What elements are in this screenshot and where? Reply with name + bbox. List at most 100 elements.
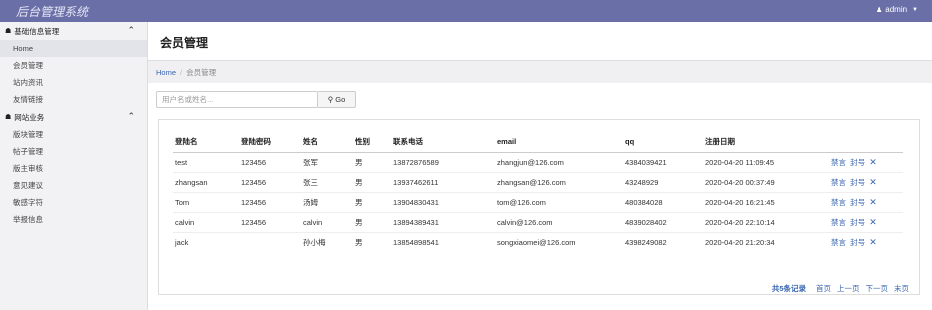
sidebar-item-sensitive-words[interactable]: 敏感字符	[0, 194, 147, 211]
cell-login: Tom	[173, 191, 239, 212]
cell-qq: 4398249082	[623, 231, 703, 252]
cell-actions: 禁言 封号 ✕	[829, 211, 903, 232]
sidebar-item-links[interactable]: 友情链接	[0, 91, 147, 108]
table-row: test 123456 张军 男 13872876589 zhangjun@12…	[173, 151, 903, 172]
cell-name: 汤姆	[301, 191, 353, 212]
cell-phone: 13904830431	[391, 191, 495, 212]
cell-email: zhangsan@126.com	[495, 171, 623, 192]
sidebar-item-boards[interactable]: 版块管理	[0, 126, 147, 143]
cell-gender: 男	[353, 151, 391, 172]
sidebar-item-news[interactable]: 站内资讯	[0, 74, 147, 91]
app-title[interactable]: 后台管理系统	[16, 3, 88, 20]
sidebar-group-basic[interactable]: ☗ 基础信息管理 ⌃	[0, 22, 147, 40]
cell-password: 123456	[239, 191, 301, 212]
column-header	[829, 132, 903, 153]
record-count: 共5条记录	[771, 284, 806, 293]
cell-email: zhangjun@126.com	[495, 151, 623, 172]
cell-date: 2020-04-20 22:10:14	[703, 211, 829, 232]
caret-down-icon: ▼	[912, 6, 918, 13]
cell-phone: 13854898541	[391, 231, 495, 252]
chevron-up-icon[interactable]: ⌃	[127, 111, 135, 122]
home-icon: ☗	[5, 114, 12, 121]
search-button[interactable]: ⚲ Go	[318, 91, 356, 108]
page-title: 会员管理	[160, 36, 209, 50]
member-table: 登陆名 登陆密码 姓名 性别 联系电话 email qq 注册日期 test 1…	[173, 132, 903, 252]
delete-icon[interactable]: ✕	[869, 177, 877, 187]
table-row: zhangsan 123456 张三 男 13937462611 zhangsa…	[173, 171, 903, 192]
breadcrumb-home[interactable]: Home	[156, 68, 176, 77]
member-table-panel: 登陆名 登陆密码 姓名 性别 联系电话 email qq 注册日期 test 1…	[158, 119, 920, 295]
cell-actions: 禁言 封号 ✕	[829, 171, 903, 192]
sidebar-item-members[interactable]: 会员管理	[0, 57, 147, 74]
top-navbar: 后台管理系统 ♟ admin ▼	[0, 0, 932, 22]
cell-date: 2020-04-20 21:20:34	[703, 231, 829, 252]
cell-gender: 男	[353, 211, 391, 232]
column-header: email	[495, 132, 623, 153]
ban-link[interactable]: 封号	[850, 198, 865, 207]
breadcrumb-separator: /	[180, 67, 183, 77]
column-header: 登陆名	[173, 132, 239, 153]
cell-login: zhangsan	[173, 171, 239, 192]
table-row: Tom 123456 汤姆 男 13904830431 tom@126.com …	[173, 191, 903, 212]
mute-link[interactable]: 禁言	[831, 178, 846, 187]
delete-icon[interactable]: ✕	[869, 197, 877, 207]
mute-link[interactable]: 禁言	[831, 218, 846, 227]
cell-date: 2020-04-20 11:09:45	[703, 151, 829, 172]
search-button-label: Go	[335, 95, 346, 104]
breadcrumb: Home / 会员管理	[148, 61, 932, 83]
user-icon: ♟	[875, 6, 883, 14]
sidebar-group-business[interactable]: ☗ 网站业务 ⌃	[0, 108, 147, 126]
cell-phone: 13872876589	[391, 151, 495, 172]
sidebar-item-suggestions[interactable]: 意见建议	[0, 177, 147, 194]
sidebar-item-moderator-review[interactable]: 版主审核	[0, 160, 147, 177]
cell-gender: 男	[353, 191, 391, 212]
search-icon: ⚲	[327, 95, 334, 104]
cell-login: calvin	[173, 211, 239, 232]
cell-qq: 43248929	[623, 171, 703, 192]
sidebar-item-home[interactable]: Home	[0, 40, 147, 57]
next-page-link[interactable]: 下一页	[866, 283, 889, 294]
cell-actions: 禁言 封号 ✕	[829, 191, 903, 212]
delete-icon[interactable]: ✕	[869, 157, 877, 167]
prev-page-link[interactable]: 上一页	[837, 283, 860, 294]
ban-link[interactable]: 封号	[850, 158, 865, 167]
ban-link[interactable]: 封号	[850, 178, 865, 187]
mute-link[interactable]: 禁言	[831, 198, 846, 207]
first-page-link[interactable]: 首页	[816, 283, 831, 294]
cell-date: 2020-04-20 16:21:45	[703, 191, 829, 212]
cell-name: calvin	[301, 211, 353, 232]
search-input[interactable]: 用户名或姓名...	[156, 91, 318, 108]
cell-actions: 禁言 封号 ✕	[829, 151, 903, 172]
user-name: admin	[885, 5, 908, 14]
delete-icon[interactable]: ✕	[869, 237, 877, 247]
cell-phone: 13894389431	[391, 211, 495, 232]
mute-link[interactable]: 禁言	[831, 238, 846, 247]
cell-date: 2020-04-20 00:37:49	[703, 171, 829, 192]
cell-gender: 男	[353, 171, 391, 192]
cell-qq: 4839028402	[623, 211, 703, 232]
cell-actions: 禁言 封号 ✕	[829, 231, 903, 252]
cell-password: 123456	[239, 171, 301, 192]
cell-phone: 13937462611	[391, 171, 495, 192]
delete-icon[interactable]: ✕	[869, 217, 877, 227]
ban-link[interactable]: 封号	[850, 238, 865, 247]
last-page-link[interactable]: 末页	[894, 283, 909, 294]
user-menu[interactable]: ♟ admin ▼	[876, 5, 918, 14]
ban-link[interactable]: 封号	[850, 218, 865, 227]
sidebar-group-label: 网站业务	[14, 112, 45, 122]
cell-password: 123456	[239, 151, 301, 172]
table-header-row: 登陆名 登陆密码 姓名 性别 联系电话 email qq 注册日期	[173, 132, 903, 153]
column-header: qq	[623, 132, 703, 153]
table-row: jack 孙小梅 男 13854898541 songxiaomei@126.c…	[173, 231, 903, 252]
sidebar-item-posts[interactable]: 帖子管理	[0, 143, 147, 160]
chevron-up-icon[interactable]: ⌃	[127, 25, 135, 36]
sidebar-item-reports[interactable]: 举报信息	[0, 211, 147, 228]
column-header: 姓名	[301, 132, 353, 153]
mute-link[interactable]: 禁言	[831, 158, 846, 167]
cell-qq: 480384028	[623, 191, 703, 212]
cell-password: 123456	[239, 211, 301, 232]
sidebar-group-label: 基础信息管理	[14, 26, 60, 36]
cell-email: calvin@126.com	[495, 211, 623, 232]
cell-password	[239, 231, 301, 252]
cell-qq: 4384039421	[623, 151, 703, 172]
